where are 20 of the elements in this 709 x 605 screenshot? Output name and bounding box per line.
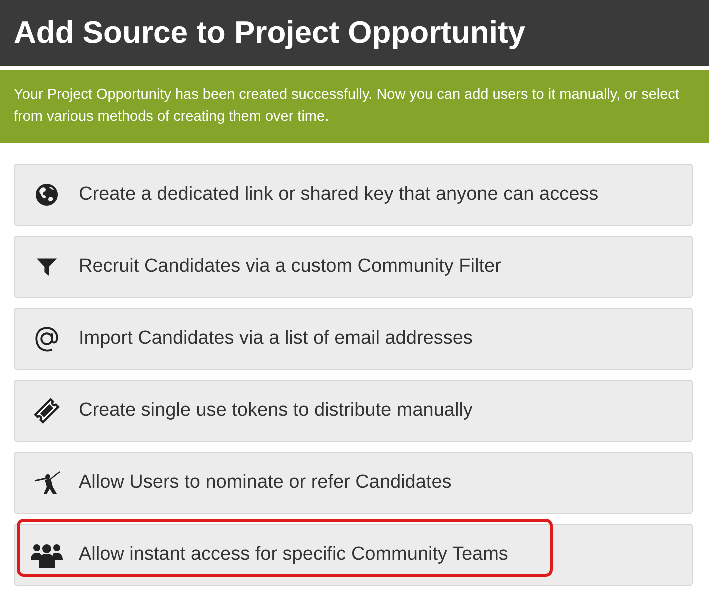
- at-sign-icon: [33, 325, 61, 353]
- globe-icon: [35, 183, 59, 207]
- page-title: Add Source to Project Opportunity: [14, 15, 526, 51]
- source-option[interactable]: Create a dedicated link or shared key that anyone can access: [14, 164, 693, 226]
- success-message: Your Project Opportunity has been created successfully. Now you can add users to it manually, or select from various methods of creating them over time.: [14, 86, 680, 127]
- option-label: Import Candidates via a list of email addresses: [79, 328, 473, 350]
- option-label: Create a dedicated link or shared key that anyone can access: [79, 184, 599, 206]
- source-option[interactable]: Allow Users to nominate or refer Candidates: [14, 452, 693, 514]
- people-icon: [31, 542, 63, 568]
- option-label: Recruit Candidates via a custom Community Filter: [79, 256, 502, 278]
- option-label: Create single use tokens to distribute manually: [79, 400, 473, 422]
- option-label: Allow Users to nominate or refer Candidates: [79, 472, 452, 494]
- source-option[interactable]: Allow instant access for specific Community Teams: [14, 524, 693, 586]
- ticket-icon: [34, 398, 60, 424]
- option-label: Allow instant access for specific Community Teams: [79, 544, 508, 566]
- source-option[interactable]: Create single use tokens to distribute manually: [14, 380, 693, 442]
- source-option[interactable]: Import Candidates via a list of email addresses: [14, 308, 693, 370]
- source-option[interactable]: Recruit Candidates via a custom Community Filter: [14, 236, 693, 298]
- filter-icon: [36, 256, 58, 278]
- ninja-figure-icon: [32, 470, 62, 496]
